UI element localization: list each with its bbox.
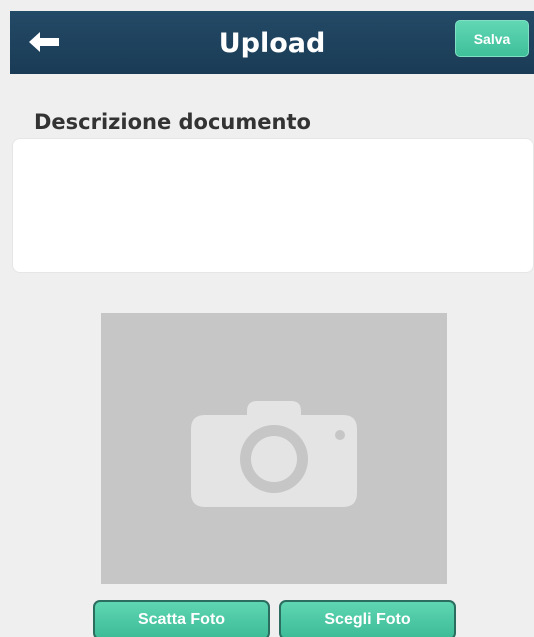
description-label: Descrizione documento — [34, 110, 311, 134]
choose-photo-button[interactable]: Scegli Foto — [279, 600, 456, 637]
upload-screen: Upload Salva Descrizione documento Scatt… — [0, 0, 534, 637]
photo-preview — [101, 313, 447, 584]
app-header: Upload Salva — [10, 11, 534, 74]
back-button[interactable] — [26, 25, 62, 59]
save-button[interactable]: Salva — [455, 20, 529, 57]
arrow-left-icon — [29, 32, 59, 52]
take-photo-button[interactable]: Scatta Foto — [93, 600, 270, 637]
description-input[interactable] — [12, 138, 534, 273]
camera-icon — [191, 400, 357, 507]
